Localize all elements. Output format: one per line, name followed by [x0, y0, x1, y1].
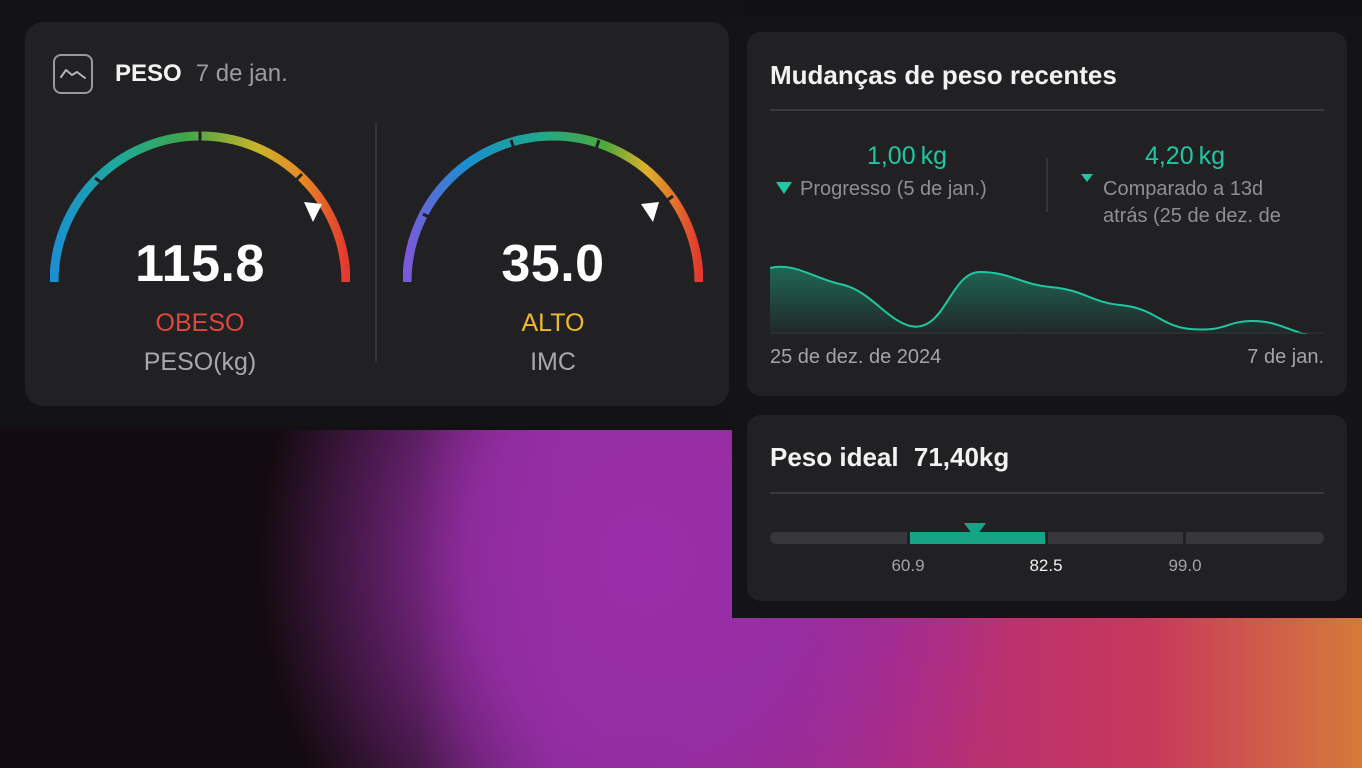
bmi-label: IMC: [530, 348, 576, 376]
ideal-weight-heading: Peso ideal 71,40kg: [770, 442, 1009, 473]
weight-title: PESO: [115, 60, 182, 87]
weight-status: OBESO: [155, 309, 245, 337]
range-segment-low: [770, 532, 907, 544]
chart-end-label: 7 de jan.: [1247, 346, 1324, 368]
weight-date: 7 de jan.: [195, 60, 288, 87]
range-segment-high: [1048, 532, 1183, 544]
comparison-caption-line2: atrás (25 de dez. de: [1103, 205, 1281, 227]
ideal-weight-title: Peso ideal: [770, 442, 899, 472]
weight-card-header: PESO 7 de jan.: [53, 54, 288, 94]
weight-value: 115.8: [135, 235, 265, 293]
gauge-divider: [375, 122, 377, 362]
ideal-separator: [770, 492, 1324, 494]
recent-changes-card[interactable]: Mudanças de peso recentes 1,00 kg Progre…: [747, 32, 1347, 396]
weight-window: PESO 7 de jan. 115.8 OBESO PESO(kg) 35.0…: [0, 0, 745, 426]
progress-down-icon: [776, 182, 792, 194]
tick-label-2: 82.5: [1029, 556, 1063, 575]
title-separator: [770, 109, 1324, 111]
weight-label: PESO(kg): [143, 348, 257, 376]
ideal-weight-value: 71,40kg: [913, 442, 1010, 472]
weight-details-window: Mudanças de peso recentes 1,00 kg Progre…: [732, 17, 1362, 618]
bmi-status: ALTO: [521, 309, 585, 337]
trend-area: [770, 266, 1324, 334]
metric-divider: [1046, 158, 1048, 212]
bmi-value: 35.0: [501, 235, 605, 293]
tick-label-3: 99.0: [1168, 556, 1202, 575]
ideal-weight-range-bar: [770, 532, 1324, 544]
chart-line-icon: [53, 54, 93, 94]
bmi-gauge: 35.0 ALTO IMC: [403, 126, 703, 376]
tick-label-1: 60.9: [891, 556, 925, 575]
chart-start-label: 25 de dez. de 2024: [770, 346, 942, 368]
screen: PESO 7 de jan. 115.8 OBESO PESO(kg) 35.0…: [0, 0, 1362, 768]
ideal-weight-card[interactable]: Peso ideal 71,40kg 60.9 82.5 99.0: [747, 415, 1347, 601]
ideal-weight-marker-icon: [964, 523, 986, 538]
comparison-down-icon: [1081, 174, 1093, 182]
weight-gauge: 115.8 OBESO PESO(kg): [50, 126, 350, 376]
progress-caption: Progresso (5 de jan.): [800, 178, 987, 200]
comparison-caption-line1: Comparado a 13d: [1103, 178, 1264, 200]
weight-trend-chart: [770, 265, 1324, 334]
recent-changes-title: Mudanças de peso recentes: [770, 60, 1117, 90]
weight-card[interactable]: PESO 7 de jan. 115.8 OBESO PESO(kg) 35.0…: [25, 22, 729, 406]
comparison-value: 4,20 kg: [1144, 142, 1226, 170]
range-segment-very-high: [1186, 532, 1324, 544]
progress-value: 1,00 kg: [866, 142, 948, 170]
